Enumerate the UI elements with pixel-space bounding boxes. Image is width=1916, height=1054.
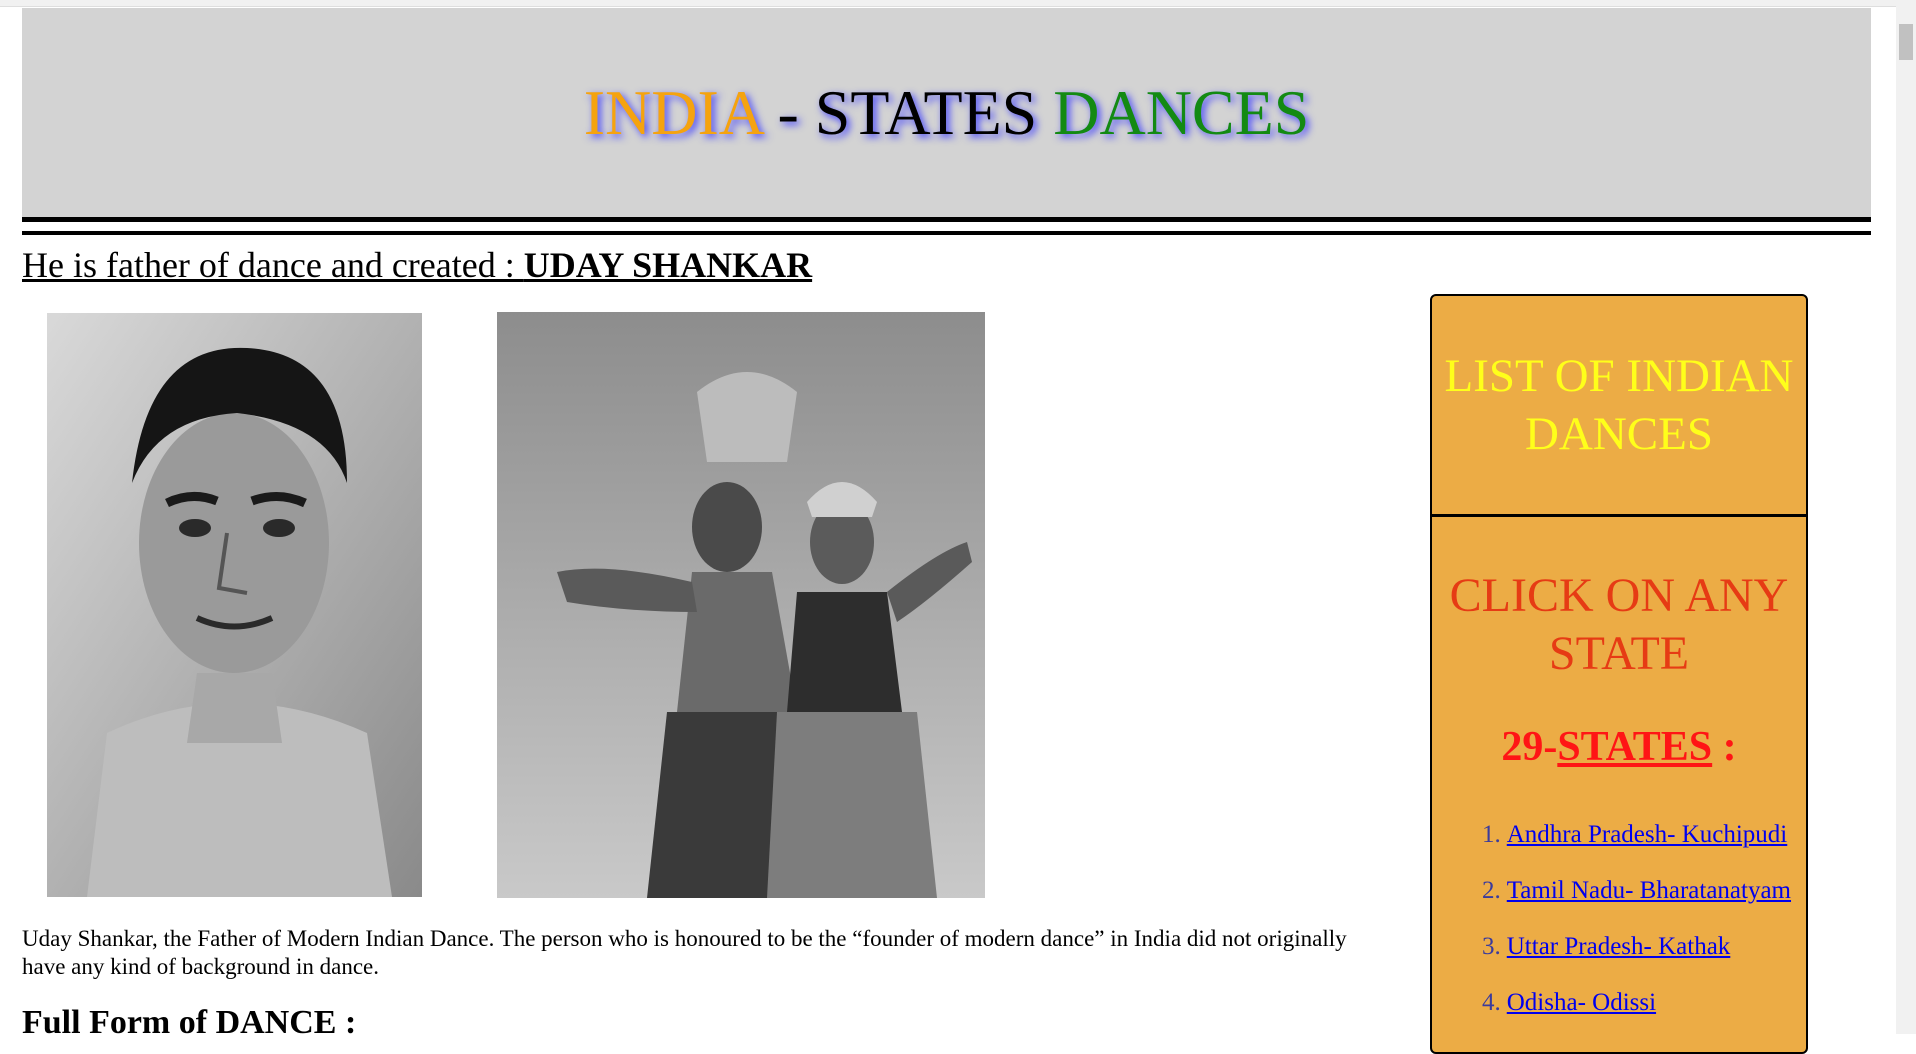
list-item: 2. Tamil Nadu- Bharatanatyam — [1482, 863, 1806, 919]
subhead-name: UDAY SHANKAR — [523, 245, 813, 285]
dance-performance-photo — [497, 312, 985, 898]
state-link-odisha[interactable]: Odisha- Odissi — [1507, 989, 1656, 1016]
title-dances: DANCES — [1037, 77, 1310, 148]
indian-dances-sidebar: LIST OF INDIAN DANCES CLICK ON ANY STATE… — [1430, 294, 1808, 1054]
title-separator: - — [761, 77, 815, 148]
states-count-word: STATES — [1557, 724, 1713, 770]
list-item: 1. Andhra Pradesh- Kuchipudi — [1482, 807, 1806, 863]
subhead-prefix: He is father of dance and created : — [22, 245, 524, 285]
browser-top-border — [0, 0, 1896, 7]
portrait-image — [47, 313, 422, 897]
click-instruction: CLICK ON ANY STATE — [1449, 569, 1789, 680]
list-number: 1. — [1482, 821, 1501, 848]
father-of-dance-heading: He is father of dance and created : UDAY… — [22, 244, 812, 286]
page-title: INDIA - STATES DANCES — [584, 76, 1310, 150]
state-link-tamil-nadu[interactable]: Tamil Nadu- Bharatanatyam — [1507, 877, 1791, 904]
state-link-andhra-pradesh[interactable]: Andhra Pradesh- Kuchipudi — [1507, 821, 1788, 848]
states-count-prefix: 29- — [1501, 724, 1558, 770]
states-list: 1. Andhra Pradesh- Kuchipudi 2. Tamil Nadu… — [1432, 807, 1806, 1031]
list-item: 4. Odisha- Odissi — [1482, 975, 1806, 1031]
states-count-heading: 29-STATES : — [1432, 723, 1806, 771]
list-item: 3. Uttar Pradesh- Kathak — [1482, 919, 1806, 975]
list-number: 3. — [1482, 933, 1501, 960]
portrait-photo-uday-shankar — [47, 313, 422, 897]
states-count-suffix: : — [1712, 724, 1737, 770]
sidebar-title: LIST OF INDIAN DANCES — [1444, 350, 1794, 460]
dancers-image — [497, 312, 985, 898]
uday-shankar-description: Uday Shankar, the Father of Modern India… — [22, 926, 1347, 979]
full-form-heading: Full Form of DANCE : — [22, 1004, 357, 1041]
list-number: 2. — [1482, 877, 1501, 904]
list-number: 4. — [1482, 989, 1501, 1016]
title-states: STATES — [814, 77, 1038, 148]
header-divider-bottom — [22, 231, 1871, 235]
sidebar-header: LIST OF INDIAN DANCES — [1432, 296, 1806, 517]
page-header: INDIA - STATES DANCES — [22, 8, 1871, 218]
state-link-uttar-pradesh[interactable]: Uttar Pradesh- Kathak — [1507, 933, 1731, 960]
header-divider-top — [22, 217, 1871, 222]
scrollbar-thumb[interactable] — [1899, 24, 1913, 60]
title-india: INDIA — [583, 77, 762, 148]
vertical-scrollbar[interactable] — [1896, 0, 1916, 1034]
